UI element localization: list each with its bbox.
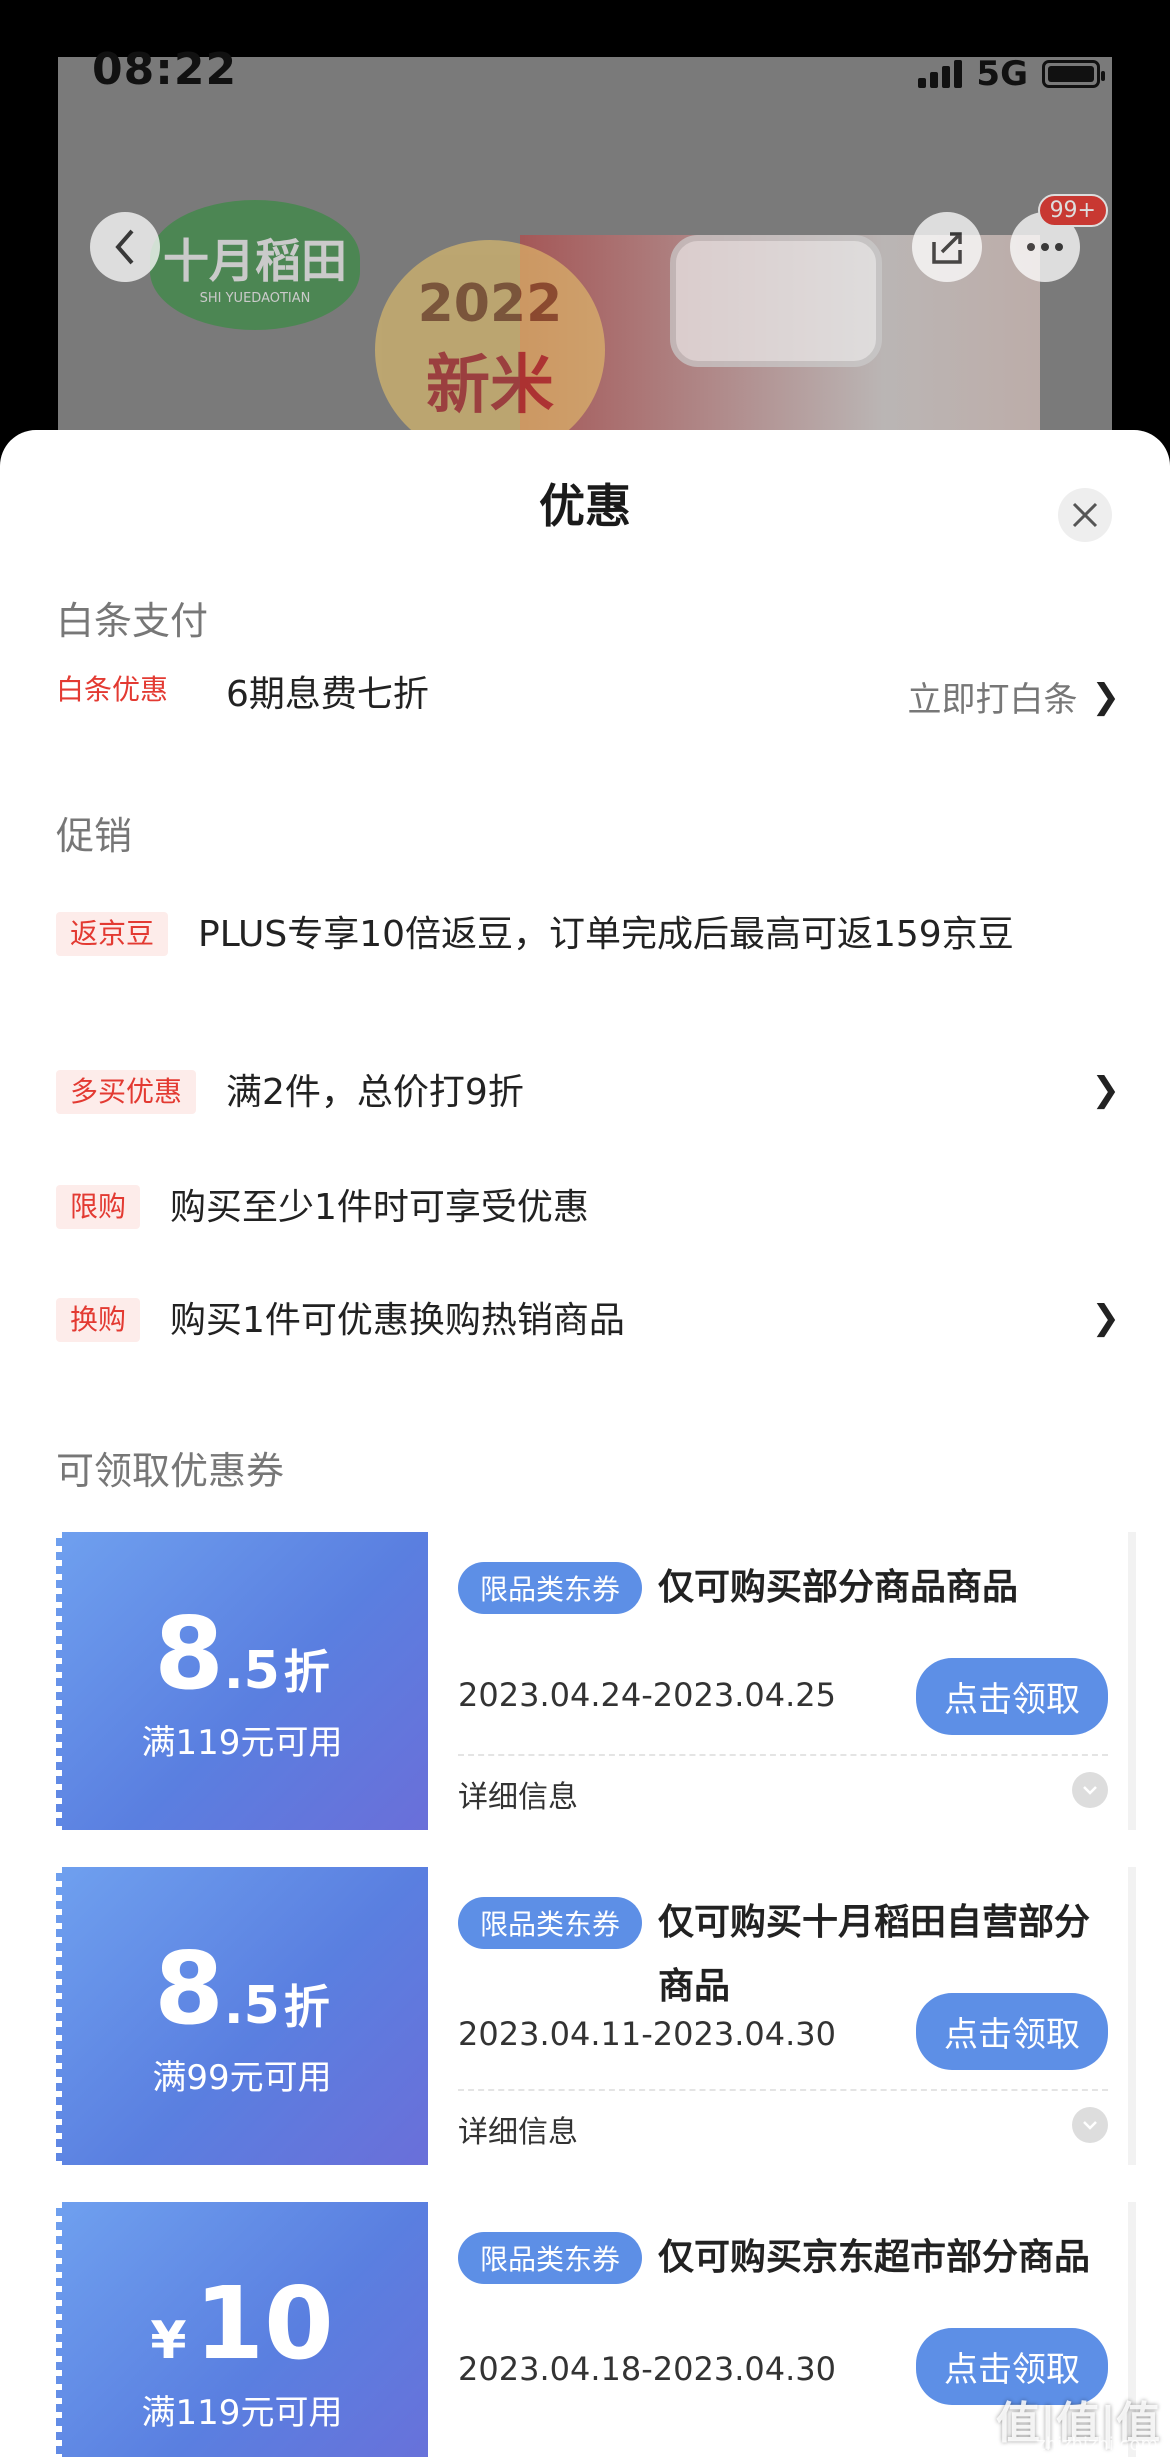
coupon-condition: 满99元可用 (152, 2057, 332, 2098)
baitiao-action[interactable]: 立即打白条 ❯ (908, 672, 1121, 721)
coupon-value-int: 10 (194, 2264, 334, 2382)
coupon-validity: 2023.04.11-2023.04.30 (458, 2015, 836, 2053)
coupon-value-int: 8 (154, 1929, 224, 2047)
claim-coupon-button[interactable]: 点击领取 (916, 1658, 1108, 1735)
close-button[interactable] (1058, 488, 1112, 542)
coupon-type-badge: 限品类东券 (458, 2232, 643, 2284)
coupon-type-badge: 限品类东券 (458, 1562, 643, 1614)
coupon-validity: 2023.04.18-2023.04.30 (458, 2350, 836, 2388)
promo-text: 购买1件可优惠换购热销商品 (170, 1300, 625, 1341)
message-count-badge: 99+ (1037, 194, 1108, 227)
coupon-title: 仅可购买部分商品商品 (658, 1567, 1019, 1608)
promo-chevron: ❯ (1092, 1298, 1121, 1338)
status-indicators: 5G (918, 54, 1105, 94)
product-bag-handle (670, 235, 882, 367)
brand-name-en: SHI YUEDAOTIAN (199, 290, 311, 306)
promo-tag: 多买优惠 (56, 1070, 197, 1114)
new-rice-seal: 2022 新米 (375, 240, 605, 460)
coupon-card: 8 .5 折 满119元可用 限品类东券 仅可购买部分商品商品 2023.04.… (56, 1532, 1136, 1830)
promo-item-exchange[interactable]: 换购 购买1件可优惠换购热销商品 ❯ (56, 1298, 1120, 1344)
coupon-value: 8 .5 折 (154, 1594, 330, 1712)
coupon-card: ¥ 10 满119元可用 限品类东券 仅可购买京东超市部分商品 2023.04.… (56, 2202, 1136, 2457)
promo-tag: 限购 (56, 1185, 141, 1229)
expand-detail-button[interactable] (1072, 2107, 1108, 2143)
coupon-card: 8 .5 折 满99元可用 限品类东券 仅可购买十月稻田自营部分商品 2023.… (56, 1867, 1136, 2165)
status-time: 08:22 (92, 44, 238, 95)
promo-text: PLUS专享10倍返豆，订单完成后最高可返159京豆 (198, 914, 1014, 955)
coupon-value-panel: 8 .5 折 满119元可用 (56, 1532, 428, 1830)
chevron-left-icon (115, 229, 134, 265)
claim-coupon-button[interactable]: 点击领取 (916, 1993, 1108, 2070)
promo-text: 购买至少1件时可享受优惠 (170, 1187, 589, 1228)
chevron-right-icon: ❯ (1091, 676, 1121, 717)
battery-icon (1042, 60, 1105, 88)
coupon-info-panel: 限品类东券 仅可购买十月稻田自营部分商品 2023.04.11-2023.04.… (428, 1867, 1136, 2165)
coupon-detail-link[interactable]: 详细信息 (458, 1772, 578, 1816)
coupon-value-unit: 折 (283, 1979, 330, 2034)
coupon-condition: 满119元可用 (141, 1722, 343, 1763)
brand-name-cn: 十月稻田 (163, 233, 347, 288)
more-button[interactable]: 99+ (1010, 194, 1108, 282)
coupon-value-dec: .5 (223, 1975, 280, 2036)
chevron-right-icon: ❯ (1091, 1070, 1121, 1110)
coupon-info-panel: 限品类东券 仅可购买部分商品商品 2023.04.24-2023.04.25 点… (428, 1532, 1136, 1830)
coupon-condition: 满119元可用 (141, 2392, 343, 2433)
coupon-divider (458, 2089, 1108, 2091)
share-icon (932, 232, 962, 264)
chevron-down-icon (1083, 1786, 1097, 1795)
coupon-validity: 2023.04.24-2023.04.25 (458, 1676, 836, 1714)
share-button[interactable] (912, 212, 982, 282)
coupon-currency: ¥ (150, 2310, 187, 2371)
promo-item-multi-buy[interactable]: 多买优惠 满2件，总价打9折 ❯ (56, 1070, 1120, 1116)
promo-item-limit: 限购 购买至少1件时可享受优惠 (56, 1185, 1120, 1231)
coupon-divider (458, 1754, 1108, 1756)
coupon-value-panel: 8 .5 折 满99元可用 (56, 1867, 428, 2165)
promo-tag: 换购 (56, 1298, 141, 1342)
discount-sheet: 优惠 白条支付 白条优惠 6期息费七折 立即打白条 ❯ 促销 返京豆 PLUS专… (0, 430, 1170, 2457)
coupon-title: 仅可购买京东超市部分商品 (658, 2237, 1091, 2278)
coupon-section-label: 可领取优惠券 (56, 1449, 285, 1493)
promo-chevron: ❯ (1092, 1070, 1121, 1110)
coupon-detail-link[interactable]: 详细信息 (458, 2107, 578, 2151)
promo-text: 满2件，总价打9折 (226, 1072, 524, 1113)
coupon-value: 8 .5 折 (154, 1929, 330, 2047)
baitiao-action-label: 立即打白条 (907, 680, 1078, 720)
promo-tag: 返京豆 (56, 912, 169, 956)
baitiao-text: 6期息费七折 (226, 674, 429, 715)
promo-item-jingdou: 返京豆 PLUS专享10倍返豆，订单完成后最高可返159京豆 (56, 912, 1120, 958)
expand-detail-button[interactable] (1072, 1772, 1108, 1808)
chevron-down-icon (1083, 2121, 1097, 2130)
coupon-value-unit: 折 (283, 1644, 330, 1699)
back-button[interactable] (90, 212, 160, 282)
coupon-value: ¥ 10 (150, 2264, 334, 2382)
chevron-right-icon: ❯ (1091, 1298, 1121, 1338)
more-icon (1027, 243, 1063, 251)
brand-logo: 十月稻田 SHI YUEDAOTIAN (150, 200, 360, 330)
baitiao-section-label: 白条支付 (56, 599, 209, 643)
baitiao-tag: 白条优惠 (56, 673, 169, 706)
coupon-type-badge: 限品类东券 (458, 1897, 643, 1949)
promo-text: 新米 (426, 349, 554, 423)
coupon-value-int: 8 (154, 1594, 224, 1712)
baitiao-row[interactable]: 白条优惠 6期息费七折 立即打白条 ❯ (56, 672, 1121, 721)
sheet-title: 优惠 (539, 479, 631, 533)
promo-year: 2022 (417, 274, 563, 334)
watermark-url: zhizhizhi.com (1036, 2434, 1158, 2455)
coupon-value-dec: .5 (223, 1640, 280, 1701)
signal-icon (918, 60, 963, 88)
coupon-value-panel: ¥ 10 满119元可用 (56, 2202, 428, 2457)
promotion-section-label: 促销 (56, 814, 133, 858)
network-type: 5G (976, 54, 1028, 94)
close-icon (1072, 502, 1098, 528)
status-bar: 08:22 5G (0, 0, 1170, 100)
